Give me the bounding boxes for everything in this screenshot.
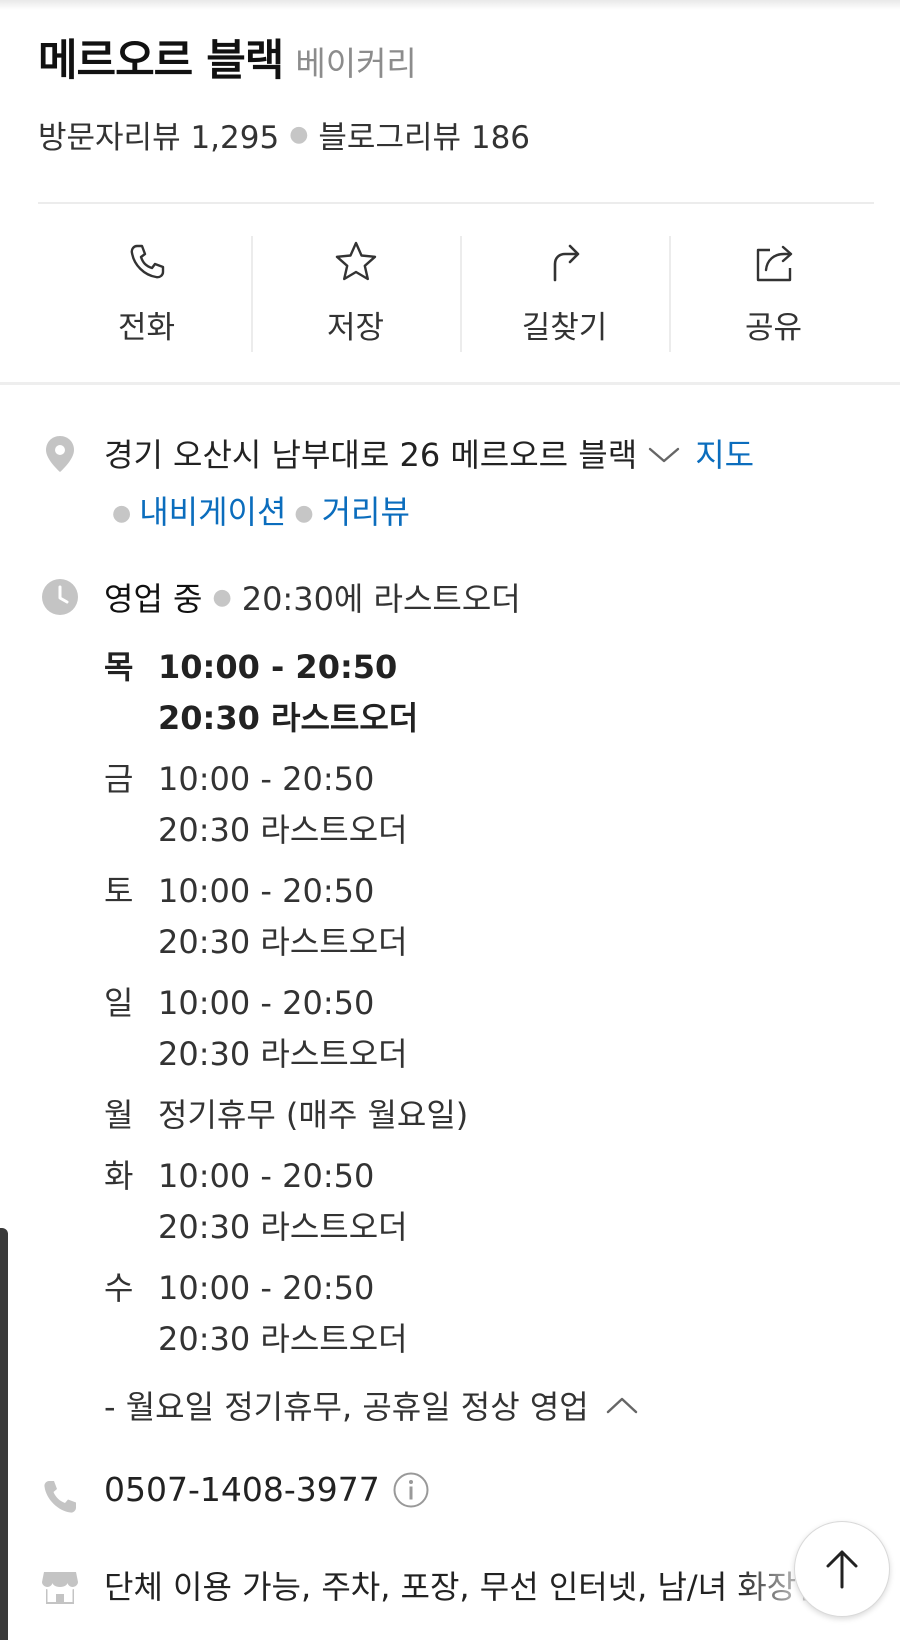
day-label: 월 — [104, 1096, 134, 1134]
map-link[interactable]: 지도 — [695, 436, 754, 474]
call-button[interactable]: 전화 — [42, 232, 251, 354]
hours-last-order: 20:30 라스트오더 — [158, 1035, 408, 1073]
hours-list: 목 10:00 - 20:50 20:30 라스트오더 금 10:00 - 20:… — [104, 642, 804, 1375]
last-order-summary: 20:30에 라스트오더 — [241, 580, 521, 618]
hours-note: - 월요일 정기휴무, 공휴일 정상 영업 — [104, 1388, 589, 1426]
location-pin-icon — [40, 434, 80, 474]
reviews-row: 방문자리뷰 1,295 ● 블로그리뷰 186 — [38, 112, 530, 157]
day-label: 금 — [104, 760, 134, 798]
hours-item: 금 10:00 - 20:50 20:30 라스트오더 — [104, 754, 804, 856]
street-view-link[interactable]: 거리뷰 — [322, 493, 410, 531]
hours-last-order: 20:30 라스트오더 — [158, 699, 419, 737]
visitor-reviews-link[interactable]: 방문자리뷰 1,295 — [38, 112, 279, 157]
hours-time: 10:00 - 20:50 — [158, 760, 375, 798]
hours-note-row: - 월요일 정기휴무, 공휴일 정상 영업 — [104, 1382, 639, 1428]
scroll-to-top-button[interactable] — [794, 1521, 890, 1617]
hours-last-order: 20:30 라스트오더 — [158, 1320, 408, 1358]
hours-time: 10:00 - 20:50 — [158, 648, 398, 686]
divider — [38, 202, 874, 204]
share-button[interactable]: 공유 — [669, 232, 878, 354]
navigation-link[interactable]: 내비게이션 — [139, 493, 286, 531]
place-name: 메르오르 블랙 — [38, 36, 284, 86]
hours-time: 10:00 - 20:50 — [158, 872, 375, 910]
hours-item: 화 10:00 - 20:50 20:30 라스트오더 — [104, 1151, 804, 1253]
chevron-down-icon[interactable] — [647, 428, 681, 480]
arrow-up-icon — [826, 1550, 858, 1589]
hours-last-order: 20:30 라스트오더 — [158, 923, 408, 961]
day-label: 토 — [104, 872, 134, 910]
hours-item: 수 10:00 - 20:50 20:30 라스트오더 — [104, 1263, 804, 1365]
phone-icon — [130, 244, 164, 279]
hours-time: 10:00 - 20:50 — [158, 984, 375, 1022]
address-text: 경기 오산시 남부대로 26 메르오르 블랙 — [104, 436, 638, 474]
store-icon — [40, 1566, 80, 1606]
day-label: 화 — [104, 1157, 134, 1195]
action-bar: 전화 저장 길찾기 공유 — [42, 232, 878, 354]
phone-icon — [40, 1477, 80, 1517]
save-button[interactable]: 저장 — [251, 232, 460, 354]
info-icon[interactable] — [392, 1471, 430, 1509]
clock-icon — [40, 577, 80, 617]
share-icon — [756, 245, 792, 282]
hours-time: 10:00 - 20:50 — [158, 1157, 375, 1195]
place-category: 베이커리 — [295, 44, 417, 83]
directions-icon — [553, 244, 579, 282]
call-label: 전화 — [117, 310, 176, 346]
save-label: 저장 — [326, 310, 385, 346]
directions-label: 길찾기 — [521, 310, 608, 346]
directions-button[interactable]: 길찾기 — [460, 232, 669, 354]
day-label: 수 — [104, 1269, 134, 1307]
title-row: 메르오르 블랙 베이커리 — [38, 26, 417, 86]
separator-dot: ● — [212, 584, 232, 610]
separator-dot: ● — [289, 122, 309, 147]
hours-item: 토 10:00 - 20:50 20:30 라스트오더 — [104, 866, 804, 968]
top-shadow — [0, 0, 900, 10]
business-status-row: 영업 중 ● 20:30에 라스트오더 — [104, 574, 521, 620]
separator-dot: ● — [112, 501, 132, 526]
amenities-text: 단체 이용 가능, 주차, 포장, 무선 인터넷, 남/녀 화장실 — [104, 1568, 824, 1606]
blog-reviews-link[interactable]: 블로그리뷰 186 — [318, 112, 530, 157]
business-status: 영업 중 — [104, 580, 203, 618]
hours-last-order: 20:30 라스트오더 — [158, 1208, 408, 1246]
hours-last-order: 20:30 라스트오더 — [158, 811, 408, 849]
phone-row: 0507-1408-3977 — [104, 1470, 430, 1509]
hours-item: 월 정기휴무 (매주 월요일) — [104, 1090, 804, 1141]
address-block: 경기 오산시 남부대로 26 메르오르 블랙 지도 ● 내비게이션 ● 거리뷰 — [104, 428, 824, 540]
day-label: 목 — [104, 648, 134, 686]
day-label: 일 — [104, 984, 134, 1022]
place-detail-page: 메르오르 블랙 베이커리 방문자리뷰 1,295 ● 블로그리뷰 186 전화 … — [0, 0, 900, 1640]
hours-item: 일 10:00 - 20:50 20:30 라스트오더 — [104, 978, 804, 1080]
star-icon — [335, 241, 376, 281]
separator-dot: ● — [294, 501, 314, 526]
hours-time: 10:00 - 20:50 — [158, 1269, 375, 1307]
hours-item: 목 10:00 - 20:50 20:30 라스트오더 — [104, 642, 804, 744]
share-label: 공유 — [744, 310, 803, 346]
hours-time: 정기휴무 (매주 월요일) — [158, 1096, 469, 1134]
phone-number[interactable]: 0507-1408-3977 — [104, 1470, 380, 1509]
section-divider — [0, 382, 900, 385]
chevron-up-icon[interactable] — [605, 1386, 639, 1424]
side-drawer-handle[interactable] — [0, 1228, 8, 1640]
